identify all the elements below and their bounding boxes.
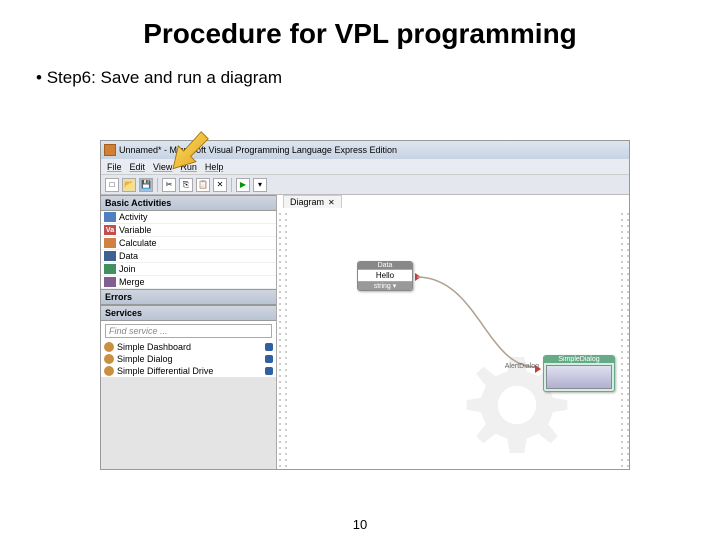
slide-bullet: Step6: Save and run a diagram — [0, 56, 720, 88]
services-header[interactable]: Services — [101, 305, 276, 321]
run-button[interactable]: ▶ — [236, 178, 250, 192]
activity-icon — [104, 251, 116, 261]
toolbar-separator — [231, 178, 232, 192]
activity-label: Data — [119, 251, 138, 261]
app-icon — [104, 144, 116, 156]
menu-file[interactable]: File — [107, 162, 122, 172]
activity-icon: Va — [104, 225, 116, 235]
activity-icon — [104, 212, 116, 222]
diagram-canvas[interactable]: Diagram ✕ Data Hello string ▾ AlertDialog… — [277, 195, 629, 469]
activity-icon — [104, 264, 116, 274]
service-search-input[interactable]: Find service ... — [105, 324, 272, 338]
slide-title: Procedure for VPL programming — [0, 0, 720, 56]
copy-button[interactable]: ⎘ — [179, 178, 193, 192]
activity-item[interactable]: Data — [101, 250, 276, 263]
open-button[interactable]: 📂 — [122, 178, 136, 192]
toolbar: □ 📂 💾 ✂ ⎘ 📋 ✕ ▶ ▾ — [101, 175, 629, 195]
data-node[interactable]: Data Hello string ▾ — [357, 261, 413, 291]
gear-icon — [104, 366, 114, 376]
port-label: AlertDialog — [505, 363, 539, 370]
activity-item[interactable]: Calculate — [101, 237, 276, 250]
menu-edit[interactable]: Edit — [130, 162, 146, 172]
new-button[interactable]: □ — [105, 178, 119, 192]
gear-icon — [104, 342, 114, 352]
input-port-icon[interactable] — [535, 365, 541, 373]
activity-label: Calculate — [119, 238, 157, 248]
data-node-value[interactable]: Hello — [358, 269, 412, 282]
service-label: Simple Dialog — [117, 354, 173, 364]
delete-button[interactable]: ✕ — [213, 178, 227, 192]
page-number: 10 — [0, 517, 720, 532]
service-label: Simple Differential Drive — [117, 366, 213, 376]
vpl-window: Unnamed* - Microsoft Visual Programming … — [100, 140, 630, 470]
data-node-header: Data — [358, 262, 412, 269]
data-node-type[interactable]: string ▾ — [358, 282, 412, 290]
activity-label: Merge — [119, 277, 145, 287]
activity-label: Join — [119, 264, 136, 274]
pin-icon[interactable] — [265, 343, 273, 351]
grid-dots-right — [619, 211, 629, 469]
service-item[interactable]: Simple Dashboard — [101, 341, 276, 353]
service-label: Simple Dashboard — [117, 342, 191, 352]
grid-dots-left — [277, 211, 287, 469]
content-area: Basic Activities ActivityVaVariableCalcu… — [101, 195, 629, 469]
activity-icon — [104, 238, 116, 248]
simple-dialog-node[interactable]: SimpleDialog — [543, 355, 615, 392]
dialog-node-header: SimpleDialog — [544, 356, 614, 363]
activity-item[interactable]: Merge — [101, 276, 276, 289]
window-title: Unnamed* - Microsoft Visual Programming … — [119, 145, 397, 155]
paste-button[interactable]: 📋 — [196, 178, 210, 192]
sidebar: Basic Activities ActivityVaVariableCalcu… — [101, 195, 277, 469]
errors-header[interactable]: Errors — [101, 289, 276, 305]
activity-icon — [104, 277, 116, 287]
tab-label: Diagram — [290, 197, 324, 207]
cut-button[interactable]: ✂ — [162, 178, 176, 192]
activity-item[interactable]: Activity — [101, 211, 276, 224]
gear-icon — [104, 354, 114, 364]
diagram-tab[interactable]: Diagram ✕ — [283, 195, 342, 208]
basic-activities-header[interactable]: Basic Activities — [101, 195, 276, 211]
pin-icon[interactable] — [265, 367, 273, 375]
services-panel: Find service ... Simple Dashboard Simple … — [101, 321, 276, 377]
toolbar-separator — [157, 178, 158, 192]
basic-activities-list: ActivityVaVariableCalculateDataJoinMerge — [101, 211, 276, 289]
annotation-arrow-icon — [166, 130, 210, 174]
tab-close-icon[interactable]: ✕ — [328, 198, 335, 207]
activity-label: Activity — [119, 212, 148, 222]
save-button[interactable]: 💾 — [139, 178, 153, 192]
run-dropdown[interactable]: ▾ — [253, 178, 267, 192]
connection-wire — [417, 275, 557, 375]
pin-icon[interactable] — [265, 355, 273, 363]
activity-item[interactable]: Join — [101, 263, 276, 276]
service-item[interactable]: Simple Dialog — [101, 353, 276, 365]
dialog-node-body — [546, 365, 612, 389]
service-item[interactable]: Simple Differential Drive — [101, 365, 276, 377]
activity-label: Variable — [119, 225, 151, 235]
activity-item[interactable]: VaVariable — [101, 224, 276, 237]
